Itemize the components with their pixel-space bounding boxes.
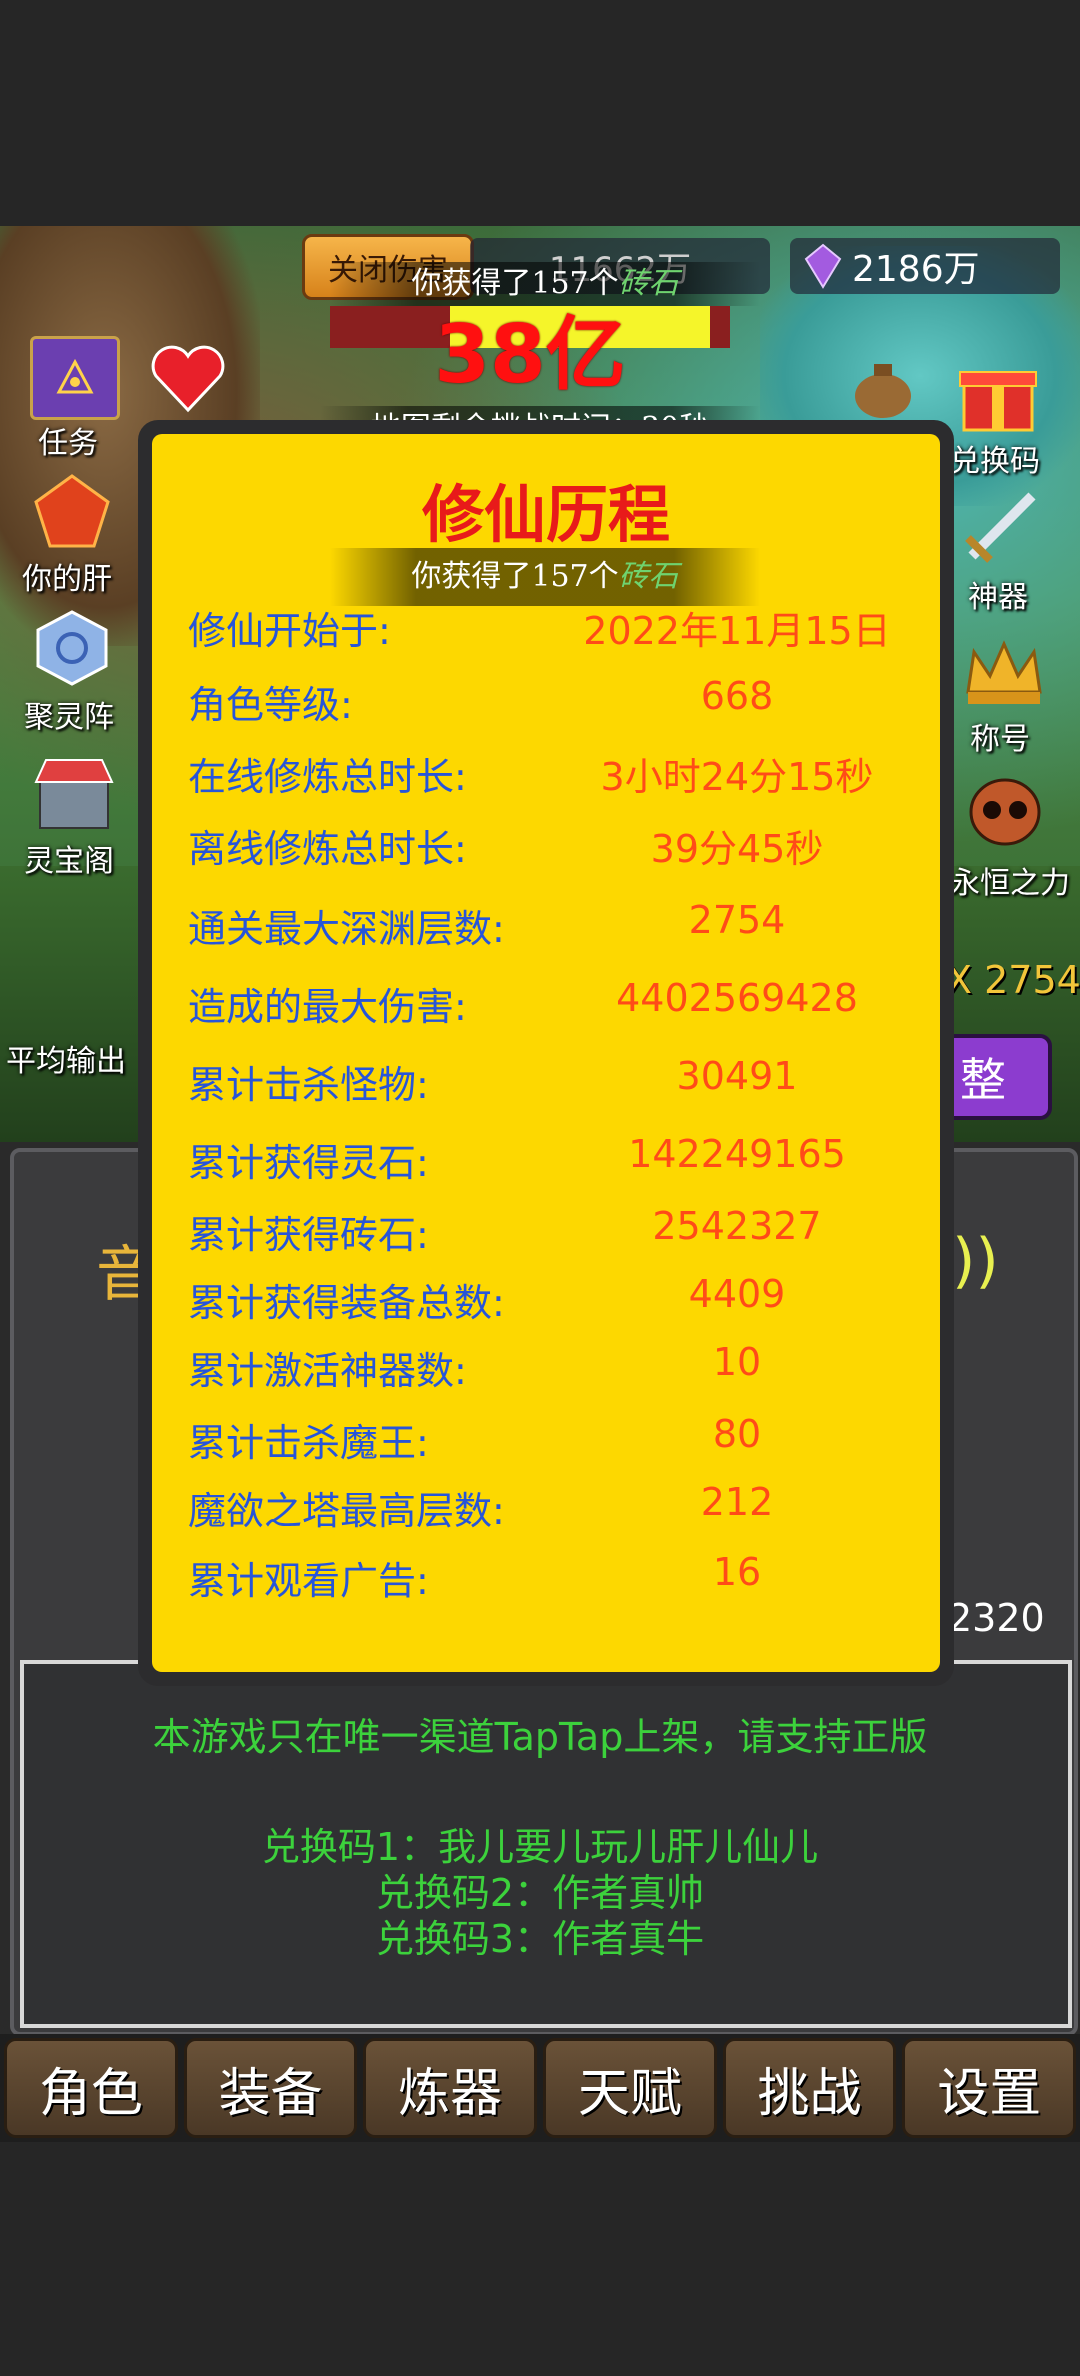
avg-output-label: 平均输出 xyxy=(6,1044,126,1079)
right-menu-label-title[interactable]: 称号 xyxy=(970,714,1030,758)
stat-value: 2542327 xyxy=(652,1204,822,1248)
stat-label: 累计观看广告: xyxy=(188,1559,429,1603)
gift-box-icon[interactable] xyxy=(956,354,1040,434)
redeem-code-3: 兑换码3：作者真牛 xyxy=(375,1917,705,1961)
right-menu-label-eternal[interactable]: 永恒之力 xyxy=(950,858,1070,902)
gain-toast-top: 你获得了157个砖石 xyxy=(330,262,760,306)
stat-value: 212 xyxy=(700,1480,774,1524)
stat-value: 3小时24分15秒 xyxy=(600,755,874,799)
stat-value: 2022年11月15日 xyxy=(583,609,891,653)
nav-talent[interactable]: 天赋 xyxy=(543,2038,717,2138)
top-letterbox xyxy=(0,0,1080,226)
quest-book-icon[interactable] xyxy=(30,336,120,420)
purple-gem-icon xyxy=(804,243,842,289)
crown-icon[interactable] xyxy=(962,632,1046,712)
gem-counter: 2186万 xyxy=(790,238,1060,294)
stat-label: 累计获得装备总数: xyxy=(188,1281,505,1325)
bottom-nav: 角色 装备 炼器 天赋 挑战 设置 xyxy=(0,2034,1080,2142)
stat-label: 角色等级: xyxy=(188,683,353,727)
spirit-array-icon[interactable] xyxy=(32,608,112,688)
stat-value: 668 xyxy=(700,674,774,718)
stat-label: 累计获得灵石: xyxy=(188,1141,429,1185)
stat-label: 累计激活神器数: xyxy=(188,1349,467,1393)
adjust-button[interactable]: 整 xyxy=(940,1034,1052,1120)
money-bag-icon xyxy=(848,356,918,420)
panel-number-partial: 2320 xyxy=(948,1596,1045,1640)
skull-icon[interactable] xyxy=(962,770,1048,854)
stat-value: 10 xyxy=(712,1340,762,1384)
stat-label: 累计获得砖石: xyxy=(188,1213,429,1257)
gem-value: 2186万 xyxy=(852,249,980,290)
stat-label: 累计击杀魔王: xyxy=(188,1421,429,1465)
red-crystal-icon[interactable] xyxy=(30,472,114,552)
stat-label: 累计击杀怪物: xyxy=(188,1063,429,1107)
stat-value: 16 xyxy=(712,1550,762,1594)
stat-label: 离线修炼总时长: xyxy=(188,827,467,871)
left-menu-label-liver[interactable]: 你的肝 xyxy=(22,554,112,598)
stat-value: 4402569428 xyxy=(616,976,858,1020)
heart-icon xyxy=(148,338,228,418)
stat-value: 30491 xyxy=(676,1054,798,1098)
right-menu-label-code[interactable]: 兑换码 xyxy=(950,436,1040,480)
stat-label: 修仙开始于: xyxy=(188,609,391,653)
stat-label: 造成的最大伤害: xyxy=(188,985,467,1029)
left-menu-label-array[interactable]: 聚灵阵 xyxy=(24,692,114,736)
shop-icon[interactable] xyxy=(32,752,116,832)
max-layer-partial: X 2754 xyxy=(946,958,1080,1002)
stat-label: 在线修炼总时长: xyxy=(188,755,467,799)
nav-forge[interactable]: 炼器 xyxy=(363,2038,538,2138)
right-menu-label-artifact[interactable]: 神器 xyxy=(968,572,1028,616)
stat-label: 通关最大深渊层数: xyxy=(188,907,505,951)
stat-value: 80 xyxy=(712,1412,762,1456)
nav-equipment[interactable]: 装备 xyxy=(183,2038,358,2138)
bottom-letterbox xyxy=(0,2142,1080,2376)
panel-text-fragment-right: )) xyxy=(952,1226,999,1296)
stat-label: 魔欲之塔最高层数: xyxy=(188,1489,505,1533)
notice-line: 本游戏只在唯一渠道TapTap上架，请支持正版 xyxy=(152,1715,928,1759)
stat-value: 142249165 xyxy=(628,1132,846,1176)
stat-value: 4409 xyxy=(688,1272,786,1316)
stat-value: 39分45秒 xyxy=(650,827,824,871)
damage-popup: 38亿 xyxy=(434,308,626,401)
nav-settings[interactable]: 设置 xyxy=(902,2038,1077,2138)
nav-character[interactable]: 角色 xyxy=(4,2038,178,2138)
left-menu-label-shop[interactable]: 灵宝阁 xyxy=(24,836,114,880)
left-menu-label-quest[interactable]: 任务 xyxy=(38,418,98,462)
stat-value: 2754 xyxy=(688,898,786,942)
nav-challenge[interactable]: 挑战 xyxy=(722,2038,897,2138)
sword-icon[interactable] xyxy=(958,486,1042,566)
gain-toast-modal: 你获得了157个砖石 xyxy=(330,548,760,606)
modal-title: 修仙历程 xyxy=(421,478,670,551)
